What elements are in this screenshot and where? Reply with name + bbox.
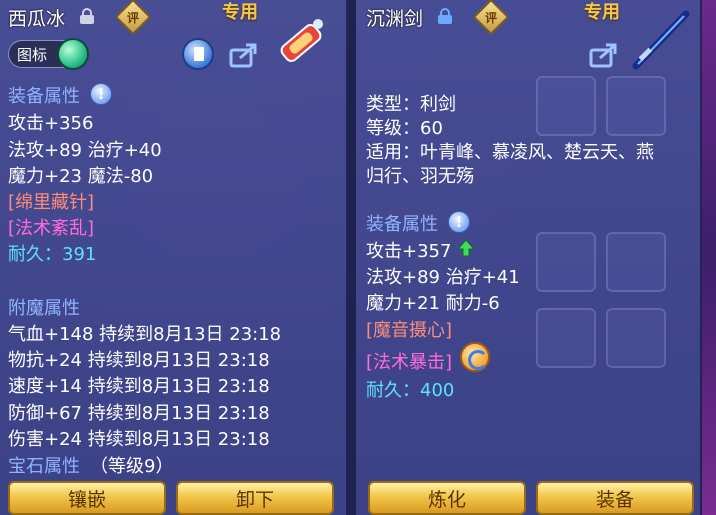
item-name: 沉渊剑: [366, 8, 424, 30]
refine-button[interactable]: 炼化: [368, 481, 526, 515]
enchant-line: 伤害+24 持续到8月13日 23:18: [8, 429, 270, 450]
stat-line: 法攻+89 治疗+40: [8, 140, 162, 161]
rate-button[interactable]: 评: [472, 0, 510, 36]
item-name: 西瓜冰: [8, 8, 66, 30]
equip-attributes-title: 装备属性: [8, 86, 80, 107]
refresh-icon[interactable]: [460, 342, 490, 372]
lock-icon[interactable]: [438, 8, 452, 24]
stat-line: 魔力+21 耐力-6: [366, 293, 500, 314]
usable-by: 适用：叶青峰、慕凌风、楚云天、燕: [366, 142, 654, 163]
gem-level: （等级9）: [90, 456, 174, 477]
enchant-line: 气血+148 持续到8月13日 23:18: [8, 324, 282, 345]
special-skill: [法术暴击]: [366, 352, 453, 373]
stat-line: 攻击+357: [366, 241, 452, 262]
equip-attributes-title: 装备属性: [366, 214, 438, 235]
exclusive-label: 专用: [222, 2, 258, 23]
durability: 耐久：400: [366, 380, 455, 401]
item-type: 类型：利剑: [366, 94, 456, 115]
exclusive-label: 专用: [584, 2, 620, 23]
enchant-line: 速度+14 持续到8月13日 23:18: [8, 376, 270, 397]
gem-attributes-title: 宝石属性: [8, 456, 80, 477]
rate-label: 评: [484, 10, 497, 25]
side-decoration: [702, 0, 716, 515]
up-arrow-icon: [456, 238, 476, 258]
enchant-line: 防御+67 持续到8月13日 23:18: [8, 403, 270, 424]
sword-icon: [628, 8, 692, 72]
panel-divider: [348, 0, 356, 515]
enchant-attributes-title: 附魔属性: [8, 298, 80, 319]
durability: 耐久：391: [8, 244, 97, 265]
info-icon[interactable]: !: [90, 83, 112, 105]
item-detail-panel-left: 西瓜冰 评 专用 图标 装备属性 ! 攻击+356 法攻+89 治疗+40 魔力…: [0, 0, 348, 515]
info-icon[interactable]: !: [448, 211, 470, 233]
rate-button[interactable]: 评: [114, 0, 152, 36]
special-skill: [魔音摄心]: [366, 320, 453, 341]
equip-button[interactable]: 装备: [536, 481, 694, 515]
remove-button[interactable]: 卸下: [176, 481, 334, 515]
inventory-slot: [606, 232, 666, 292]
weapon-fan-icon: [272, 14, 330, 72]
inventory-slot: [606, 76, 666, 136]
usable-by-cont: 归行、羽无殇: [366, 166, 474, 187]
special-skill: [法术紊乱]: [8, 218, 95, 239]
share-icon[interactable]: [588, 38, 620, 70]
special-skill: [绵里藏针]: [8, 192, 95, 213]
toggle-label: 图标: [17, 46, 48, 64]
item-level: 等级：60: [366, 118, 443, 139]
inventory-slot: [536, 76, 596, 136]
share-icon[interactable]: [228, 38, 260, 70]
icon-toggle[interactable]: 图标: [8, 38, 89, 70]
stat-line: 攻击+356: [8, 113, 94, 134]
stat-line: 魔力+23 魔法-80: [8, 166, 154, 187]
inventory-slot: [536, 308, 596, 368]
toggle-knob: [57, 38, 89, 70]
rate-label: 评: [126, 10, 139, 25]
inventory-slot: [536, 232, 596, 292]
inventory-slot: [606, 308, 666, 368]
item-detail-panel-right: 沉渊剑 评 专用 类型：利剑 等级：60 适用：叶青峰、慕凌风、楚云天、燕 归行…: [356, 0, 702, 515]
stat-line: 法攻+89 治疗+41: [366, 267, 520, 288]
unlock-icon[interactable]: [80, 8, 94, 24]
inlay-button[interactable]: 镶嵌: [8, 481, 166, 515]
enchant-line: 物抗+24 持续到8月13日 23:18: [8, 350, 270, 371]
document-icon[interactable]: [182, 38, 214, 70]
